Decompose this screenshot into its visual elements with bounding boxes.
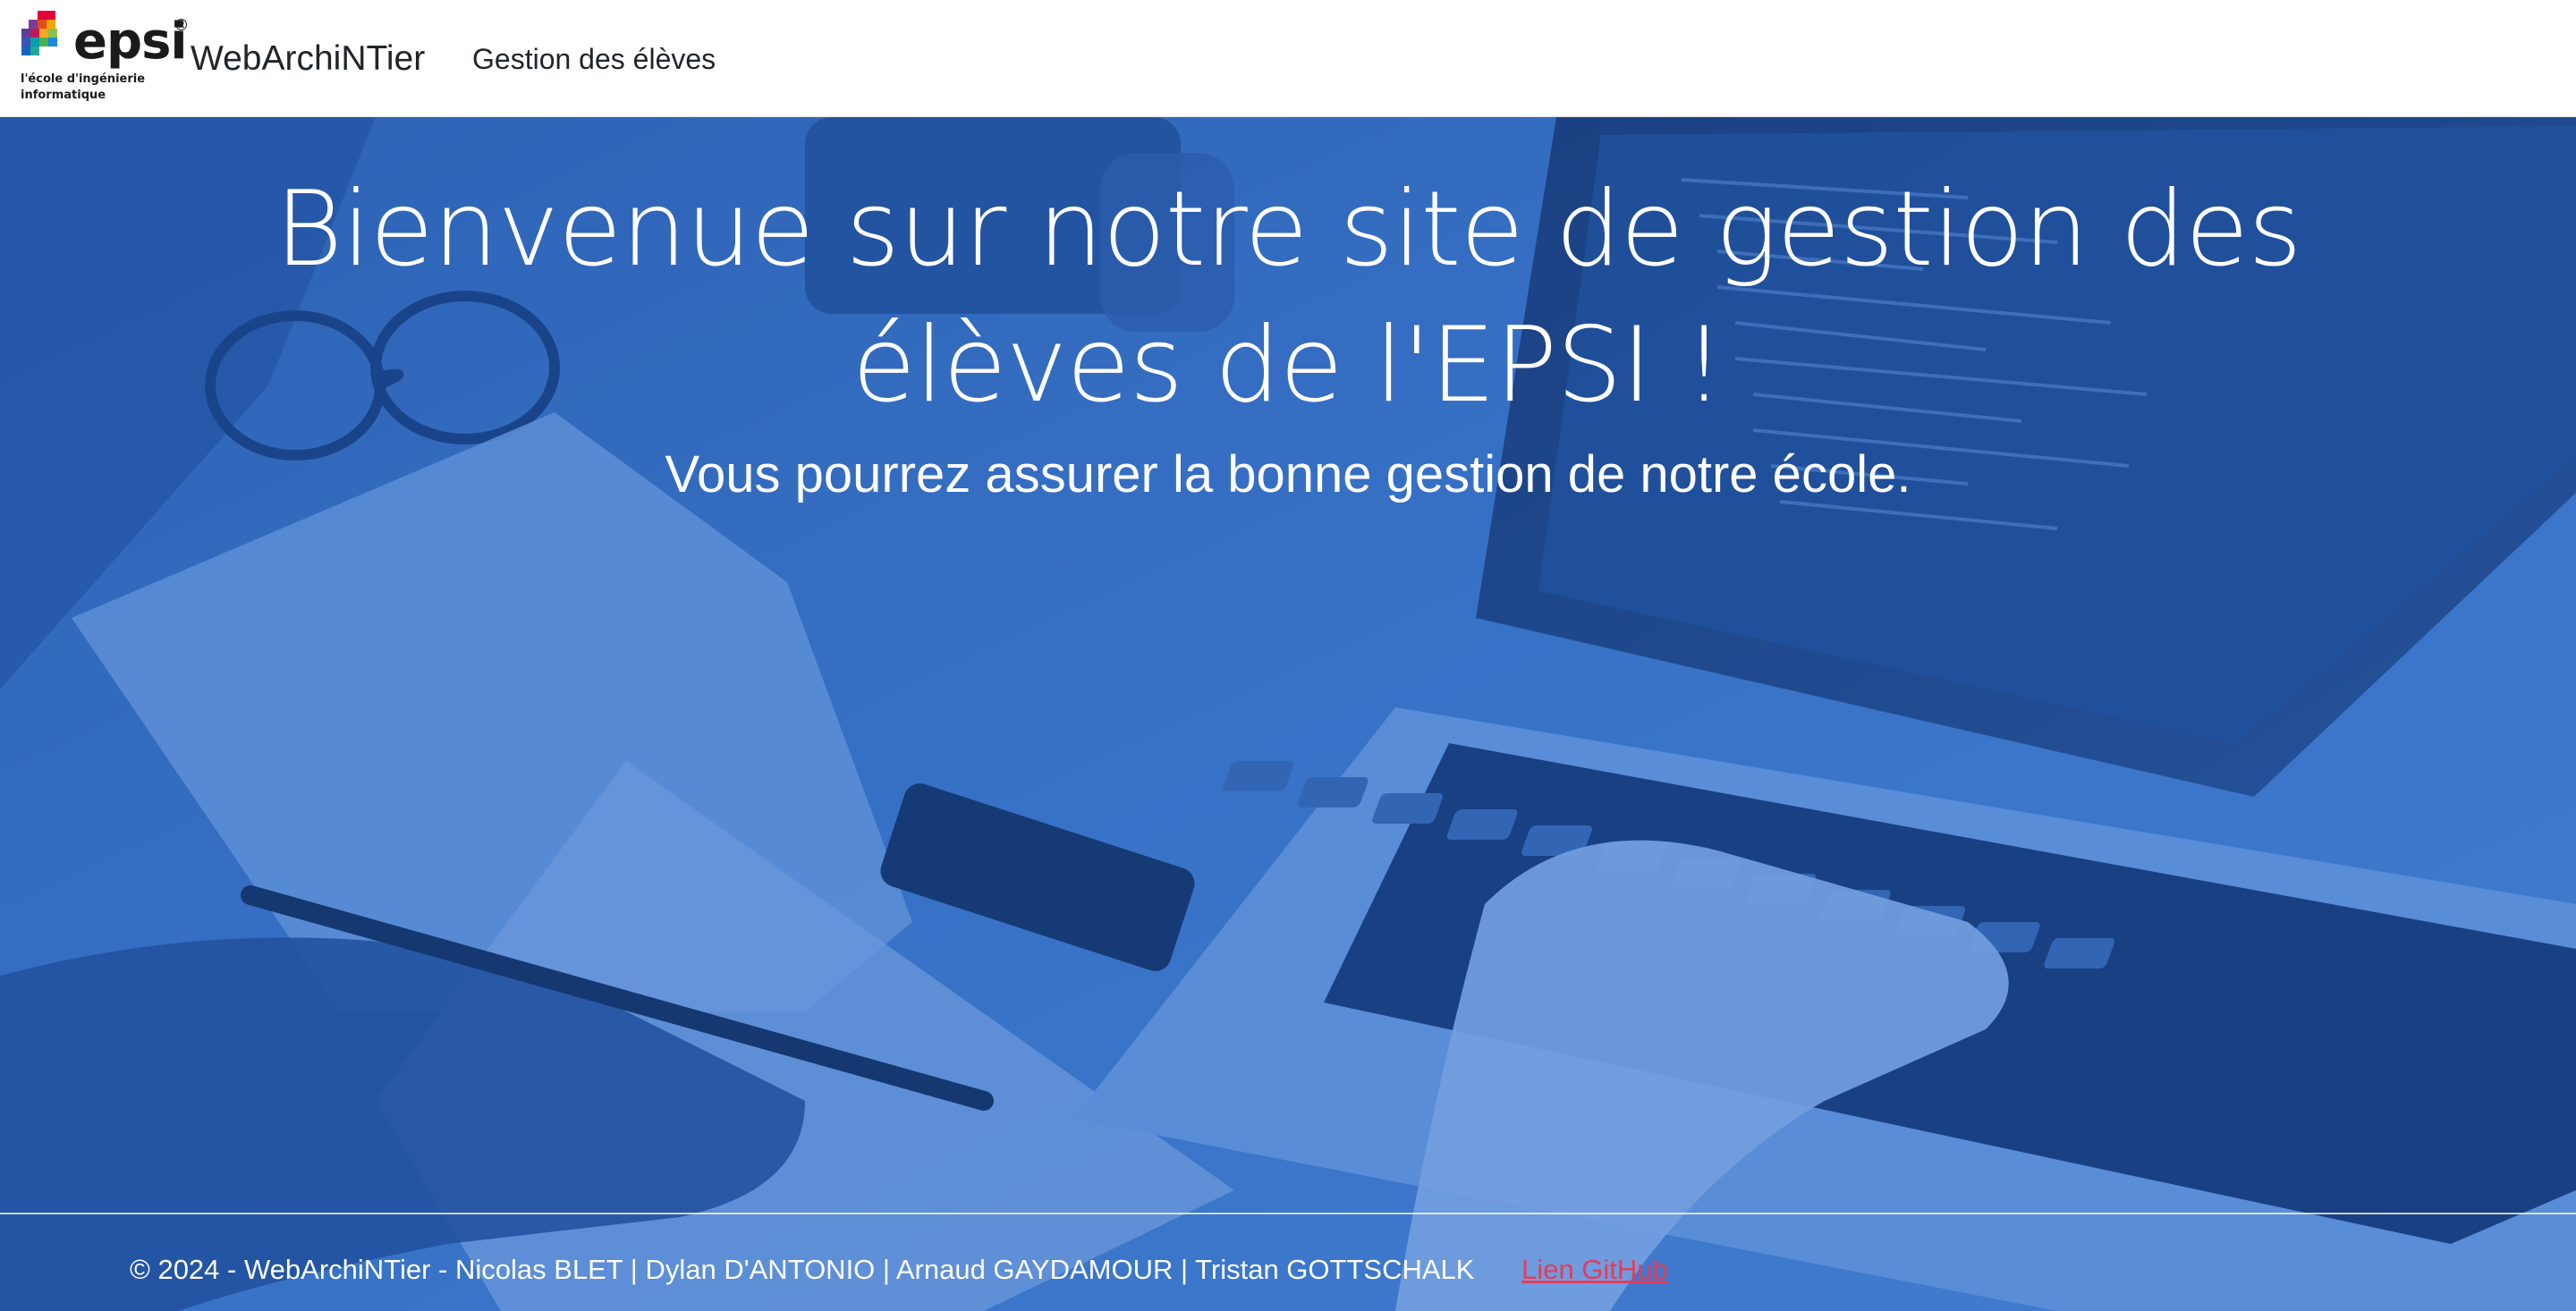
logo-registered-mark: ® xyxy=(175,16,188,34)
logo-tagline-line2: informatique xyxy=(21,89,106,102)
hero-subtitle: Vous pourrez assurer la bonne gestion de… xyxy=(665,445,1911,503)
navbar: epsi ® l'école d'ingénierie informatique… xyxy=(0,0,2576,117)
epsi-logo[interactable]: epsi ® l'école d'ingénierie informatique xyxy=(18,11,197,106)
footer-copyright: © 2024 - WebArchiNTier - Nicolas BLET | … xyxy=(130,1254,1475,1285)
nav-link-gestion-eleves[interactable]: Gestion des élèves xyxy=(472,39,716,79)
hero-title: Bienvenue sur notre site de gestion des … xyxy=(275,169,2301,426)
navbar-brand[interactable]: WebArchiNTier xyxy=(191,34,425,84)
epsi-logo-icon xyxy=(21,11,57,55)
footer-divider xyxy=(0,1213,2576,1214)
hero-section: Bienvenue sur notre site de gestion des … xyxy=(0,117,2576,1311)
footer: © 2024 - WebArchiNTier - Nicolas BLET | … xyxy=(130,1248,1668,1291)
github-link[interactable]: Lien GitHub xyxy=(1521,1254,1668,1285)
logo-tagline: l'école d'ingénierie informatique xyxy=(21,72,182,104)
logo-wordmark: epsi xyxy=(73,13,188,71)
logo-tagline-line1: l'école d'ingénierie xyxy=(21,72,146,86)
